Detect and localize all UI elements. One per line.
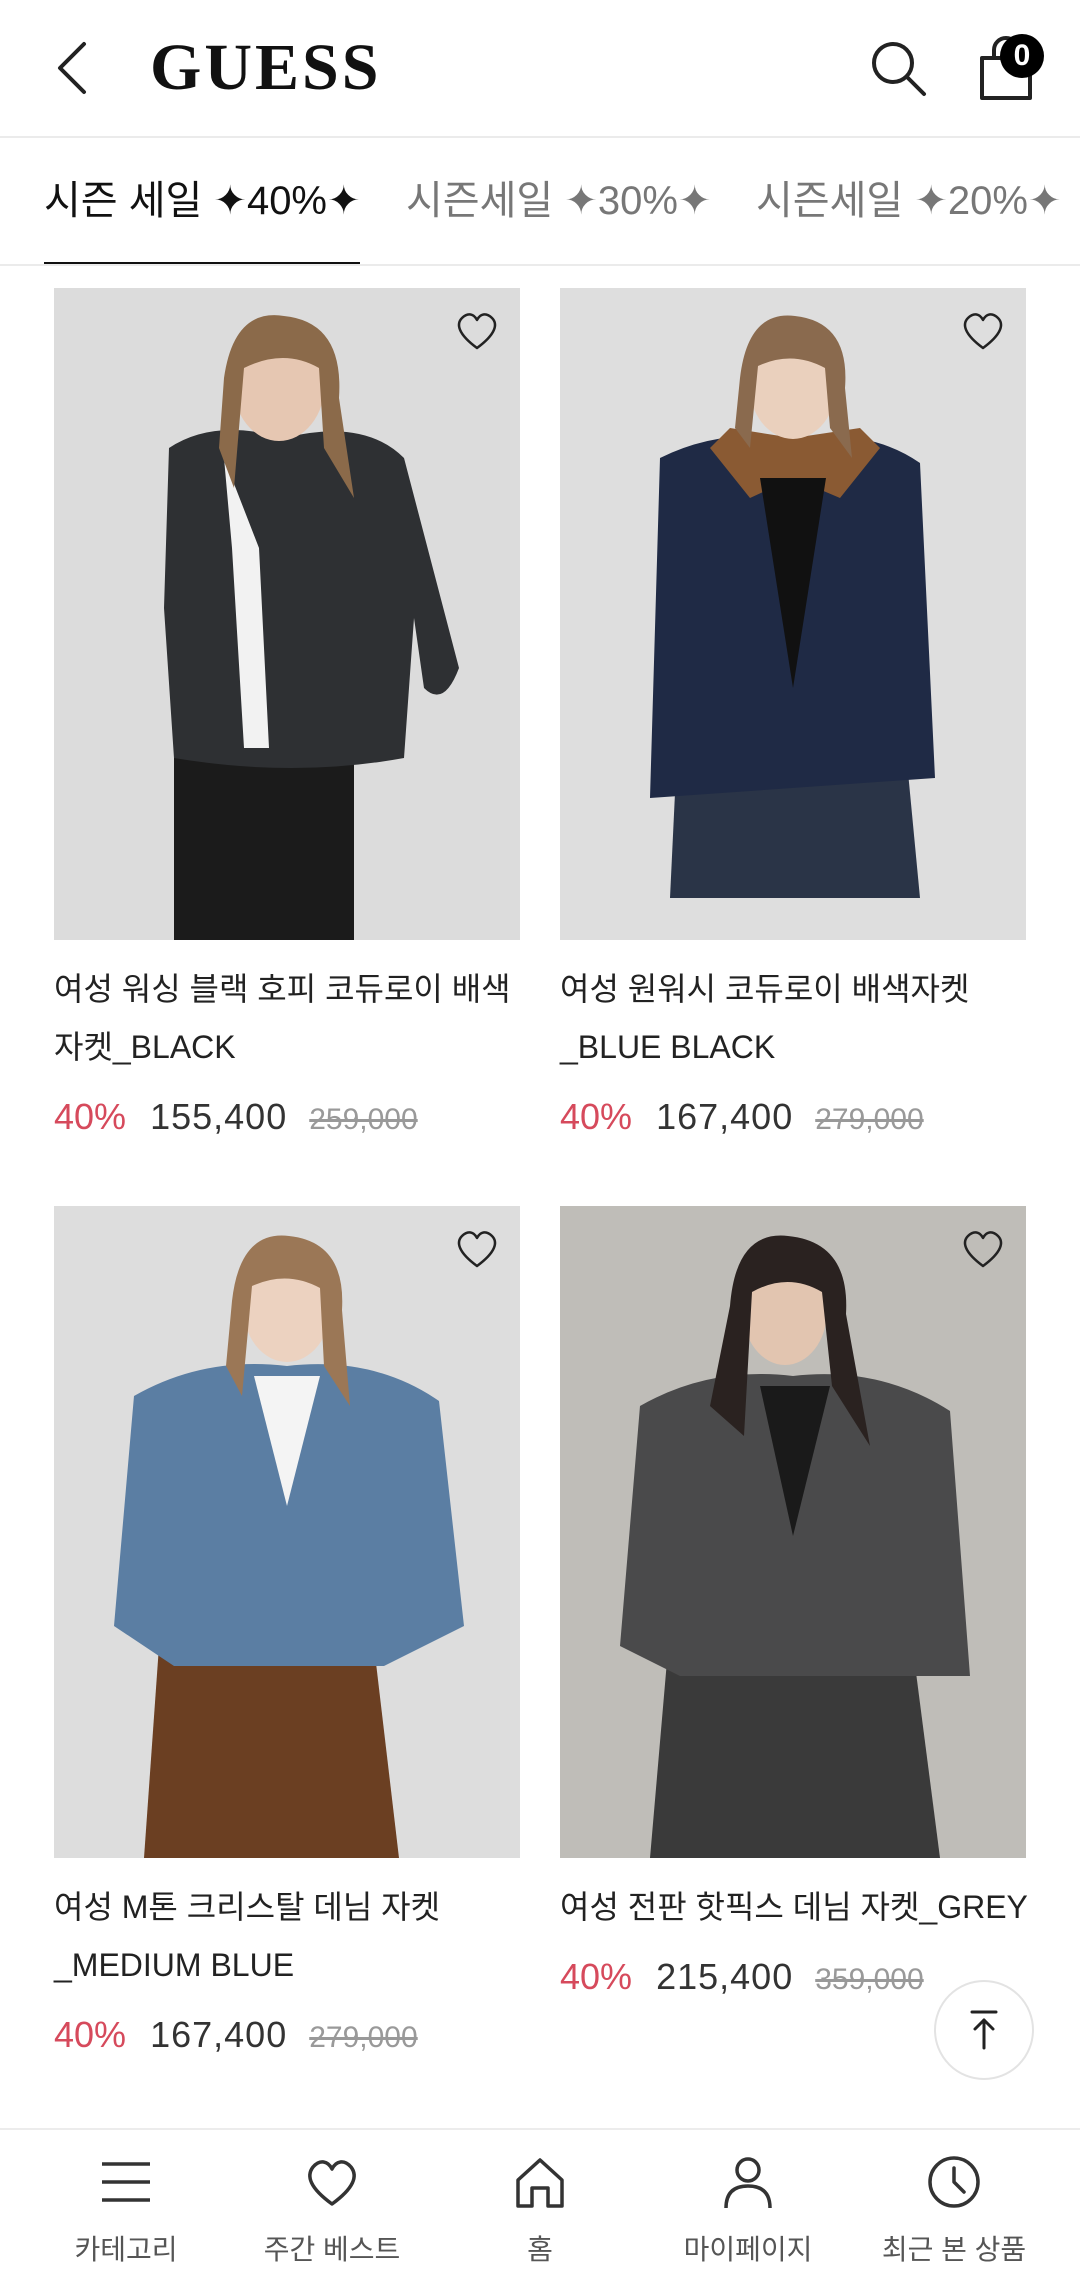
- nav-label: 최근 본 상품: [881, 2234, 1027, 2265]
- search-icon[interactable]: [866, 36, 930, 100]
- discount-rate: 40%: [560, 1956, 633, 1997]
- product-name[interactable]: 여성 전판 핫픽스 데님 자켓_GREY: [560, 1878, 1040, 1936]
- wishlist-heart-icon[interactable]: [454, 310, 500, 352]
- original-price: 279,000: [309, 2021, 418, 2054]
- price-row: 40% 155,400 259,000: [54, 1096, 418, 1138]
- discount-rate: 40%: [54, 2014, 127, 2055]
- home-icon: [516, 2158, 564, 2208]
- sale-price: 215,400: [656, 1956, 794, 1997]
- product-name[interactable]: 여성 원워시 코듀로이 배색자켓 _BLUE BLACK: [560, 960, 1040, 1076]
- tab-season-sale-40[interactable]: 시즌 세일 ✦40%✦: [44, 168, 361, 226]
- discount-rate: 40%: [560, 1096, 633, 1137]
- nav-label: 마이페이지: [683, 2234, 813, 2265]
- nav-category[interactable]: 카테고리: [18, 2130, 234, 2284]
- cart-count-badge: 0: [1000, 34, 1044, 78]
- wishlist-heart-icon[interactable]: [960, 1228, 1006, 1270]
- brand-logo[interactable]: GUESS: [150, 30, 381, 106]
- product-name[interactable]: 여성 워싱 블랙 호피 코듀로이 배색 자켓_BLACK: [54, 960, 534, 1076]
- active-tab-indicator: [44, 262, 360, 264]
- discount-rate: 40%: [54, 1096, 127, 1137]
- category-tabs: 시즌 세일 ✦40%✦ 시즌세일 ✦30%✦ 시즌세일 ✦20%✦: [0, 138, 1080, 266]
- tab-season-sale-30[interactable]: 시즌세일 ✦30%✦: [406, 168, 711, 226]
- product-card[interactable]: 여성 원워시 코듀로이 배색자켓 _BLUE BLACK 40% 167,400…: [560, 288, 1026, 1148]
- arrow-up-icon: [970, 2010, 998, 2050]
- scroll-to-top-button[interactable]: [934, 1980, 1034, 2080]
- nav-label: 홈: [527, 2234, 553, 2265]
- wishlist-heart-icon[interactable]: [454, 1228, 500, 1270]
- price-row: 40% 215,400 359,000: [560, 1956, 924, 1998]
- bottom-navigation: 카테고리 주간 베스트 홈 마이페이지 최근 본 상품: [0, 2128, 1080, 2284]
- header: GUESS 0: [0, 0, 1080, 138]
- nav-home[interactable]: 홈: [432, 2130, 648, 2284]
- sale-price: 155,400: [150, 1096, 288, 1137]
- product-name[interactable]: 여성 M톤 크리스탈 데님 자켓 _MEDIUM BLUE: [54, 1878, 534, 1994]
- wishlist-heart-icon[interactable]: [960, 310, 1006, 352]
- nav-label: 카테고리: [74, 2234, 178, 2265]
- user-icon: [724, 2157, 772, 2209]
- tab-season-sale-20[interactable]: 시즌세일 ✦20%✦: [756, 168, 1061, 226]
- back-arrow-icon[interactable]: [48, 36, 98, 100]
- original-price: 359,000: [815, 1963, 924, 1996]
- original-price: 279,000: [815, 1103, 924, 1136]
- nav-recently-viewed[interactable]: 최근 본 상품: [846, 2130, 1062, 2284]
- nav-mypage[interactable]: 마이페이지: [640, 2130, 856, 2284]
- product-image[interactable]: [560, 1206, 1026, 1858]
- product-card[interactable]: 여성 전판 핫픽스 데님 자켓_GREY 40% 215,400 359,000: [560, 1206, 1028, 2006]
- original-price: 259,000: [309, 1103, 418, 1136]
- nav-weekly-best[interactable]: 주간 베스트: [224, 2130, 440, 2284]
- clock-icon: [928, 2156, 980, 2208]
- product-image[interactable]: [560, 288, 1026, 940]
- product-image[interactable]: [54, 1206, 520, 1858]
- sale-price: 167,400: [656, 1096, 794, 1137]
- sale-price: 167,400: [150, 2014, 288, 2055]
- product-card[interactable]: 여성 워싱 블랙 호피 코듀로이 배색 자켓_BLACK 40% 155,400…: [54, 288, 520, 1148]
- price-row: 40% 167,400 279,000: [560, 1096, 924, 1138]
- product-image[interactable]: [54, 288, 520, 940]
- price-row: 40% 167,400 279,000: [54, 2014, 418, 2056]
- heart-icon: [308, 2160, 356, 2206]
- menu-icon: [102, 2162, 150, 2202]
- nav-label: 주간 베스트: [263, 2234, 401, 2265]
- product-card[interactable]: 여성 M톤 크리스탈 데님 자켓 _MEDIUM BLUE 40% 167,40…: [54, 1206, 520, 2066]
